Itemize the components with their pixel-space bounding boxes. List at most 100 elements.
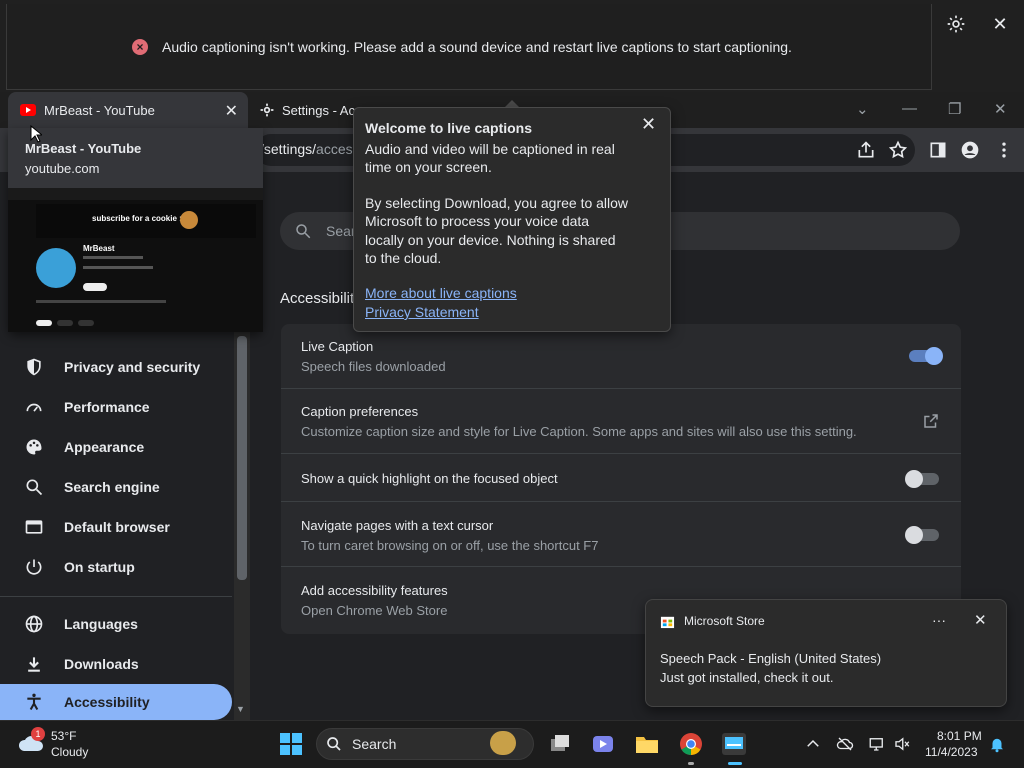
- row-title: Show a quick highlight on the focused ob…: [301, 471, 558, 486]
- preview-thumbnail: subscribe for a cookie :) MrBeast: [8, 188, 263, 332]
- sidebar-item-label: Languages: [64, 616, 138, 632]
- sidebar-item-label: Privacy and security: [64, 359, 201, 375]
- error-icon: ×: [132, 39, 148, 55]
- close-icon[interactable]: ✕: [974, 611, 987, 629]
- task-view-icon[interactable]: [547, 731, 573, 757]
- sidebar-item-languages[interactable]: Languages: [0, 606, 232, 642]
- tab-search-chevron-icon[interactable]: ⌄: [856, 100, 869, 118]
- sidebar-item-accessibility[interactable]: Accessibility: [0, 684, 232, 720]
- popup-text: time on your screen.: [365, 159, 492, 175]
- popup-text: Audio and video will be captioned in rea…: [365, 141, 615, 157]
- toast-body: Just got installed, check it out.: [660, 670, 834, 685]
- chrome-icon[interactable]: [678, 731, 704, 757]
- row-title: Navigate pages with a text cursor: [301, 518, 494, 533]
- more-options-icon[interactable]: ···: [932, 612, 946, 628]
- thumb-banner-text: subscribe for a cookie :): [92, 214, 185, 223]
- privacy-statement-link[interactable]: Privacy Statement: [365, 304, 479, 320]
- clock-date[interactable]: 11/4/2023: [925, 745, 978, 759]
- active-app-indicator: [728, 762, 742, 765]
- sidebar-item-default-browser[interactable]: Default browser: [0, 509, 232, 545]
- star-icon[interactable]: [888, 140, 908, 160]
- row-subtitle: Open Chrome Web Store: [301, 603, 448, 618]
- gear-icon: [260, 103, 274, 117]
- shield-icon: [27, 358, 41, 376]
- setting-row-caret-browsing[interactable]: Navigate pages with a text cursor To tur…: [281, 502, 961, 567]
- network-icon[interactable]: [868, 735, 886, 753]
- sidebar-item-on-startup[interactable]: On startup: [0, 549, 232, 585]
- weather-temperature[interactable]: 53°F: [51, 729, 76, 743]
- menu-icon[interactable]: [994, 140, 1014, 160]
- taskbar-search-label: Search: [352, 736, 397, 752]
- minimize-button[interactable]: —: [902, 100, 917, 117]
- url-path-rest: acces: [316, 141, 353, 157]
- cloud-off-icon[interactable]: [836, 735, 854, 753]
- popup-text: locally on your device. Nothing is share…: [365, 232, 616, 248]
- teams-icon[interactable]: [590, 731, 616, 757]
- sidebar-divider: [0, 596, 232, 597]
- row-subtitle: Speech files downloaded: [301, 359, 446, 374]
- tab-title: Settings - Acc: [282, 102, 362, 118]
- sidebar-item-label: Performance: [64, 399, 150, 415]
- sidebar-item-label: Search engine: [64, 479, 160, 495]
- external-link-icon[interactable]: [922, 412, 940, 430]
- live-captions-app-icon[interactable]: [721, 731, 747, 757]
- section-title: Accessibility: [280, 290, 362, 307]
- microsoft-store-icon: [660, 616, 675, 629]
- file-explorer-icon[interactable]: [634, 731, 660, 757]
- setting-row-focus-highlight[interactable]: Show a quick highlight on the focused ob…: [281, 454, 961, 502]
- popup-text: Microsoft to process your voice data: [365, 213, 590, 229]
- palette-icon: [26, 439, 42, 455]
- close-icon[interactable]: ✕: [990, 14, 1010, 34]
- close-icon[interactable]: ✕: [641, 114, 656, 135]
- window-close-button[interactable]: ✕: [994, 100, 1007, 118]
- tab-youtube[interactable]: MrBeast - YouTube ✕: [8, 92, 248, 128]
- notification-bell-icon[interactable]: [988, 735, 1006, 753]
- url-text: /settings/acces: [260, 141, 353, 157]
- sidebar-item-search-engine[interactable]: Search engine: [0, 469, 232, 505]
- sidebar-item-privacy[interactable]: Privacy and security: [0, 349, 232, 385]
- side-panel-icon[interactable]: [928, 140, 948, 160]
- setting-row-caption-preferences[interactable]: Caption preferences Customize caption si…: [281, 389, 961, 454]
- sidebar-item-performance[interactable]: Performance: [0, 389, 232, 425]
- row-subtitle: Customize caption size and style for Liv…: [301, 424, 857, 439]
- sidebar-item-label: Default browser: [64, 519, 170, 535]
- scroll-down-arrow-icon[interactable]: ▼: [236, 704, 245, 714]
- row-title: Add accessibility features: [301, 583, 448, 598]
- sidebar-item-label: On startup: [64, 559, 135, 575]
- channel-avatar: [36, 248, 76, 288]
- url-path: /settings/: [260, 141, 317, 157]
- sidebar-item-appearance[interactable]: Appearance: [0, 429, 232, 465]
- share-icon[interactable]: [856, 140, 876, 160]
- chevron-up-icon[interactable]: [804, 735, 822, 753]
- gear-icon[interactable]: [946, 14, 966, 34]
- more-about-link[interactable]: More about live captions: [365, 285, 517, 301]
- focus-highlight-toggle[interactable]: [905, 470, 939, 488]
- sidebar-item-downloads[interactable]: Downloads: [0, 646, 232, 682]
- clock-time[interactable]: 8:01 PM: [937, 729, 982, 743]
- maximize-button[interactable]: ❐: [948, 100, 961, 118]
- search-highlight-icon: [490, 731, 516, 755]
- popup-text: By selecting Download, you agree to allo…: [365, 195, 629, 211]
- speaker-muted-icon[interactable]: [893, 735, 911, 753]
- windows-start-icon[interactable]: [278, 731, 304, 757]
- globe-icon: [25, 615, 43, 633]
- browser-icon: [25, 520, 43, 534]
- search-placeholder: Sear: [326, 223, 356, 239]
- row-subtitle: To turn caret browsing on or off, use th…: [301, 538, 599, 553]
- speedometer-icon: [26, 403, 42, 412]
- cookie-icon: [180, 211, 198, 229]
- toast-app-name: Microsoft Store: [684, 614, 765, 628]
- running-app-indicator: [688, 762, 694, 765]
- scrollbar-thumb[interactable]: [237, 336, 247, 580]
- profile-icon[interactable]: [960, 140, 980, 160]
- live-caption-toggle[interactable]: [909, 347, 943, 365]
- youtube-icon: [20, 104, 36, 116]
- setting-row-live-caption[interactable]: Live Caption Speech files downloaded: [281, 324, 961, 389]
- weather-description[interactable]: Cloudy: [51, 745, 88, 759]
- row-title: Caption preferences: [301, 404, 419, 419]
- popup-title: Welcome to live captions: [365, 120, 533, 136]
- toast-title: Speech Pack - English (United States): [660, 651, 882, 666]
- tab-settings[interactable]: Settings - Acc: [252, 92, 362, 128]
- tab-close-icon[interactable]: ✕: [225, 101, 238, 121]
- caret-browsing-toggle[interactable]: [905, 526, 939, 544]
